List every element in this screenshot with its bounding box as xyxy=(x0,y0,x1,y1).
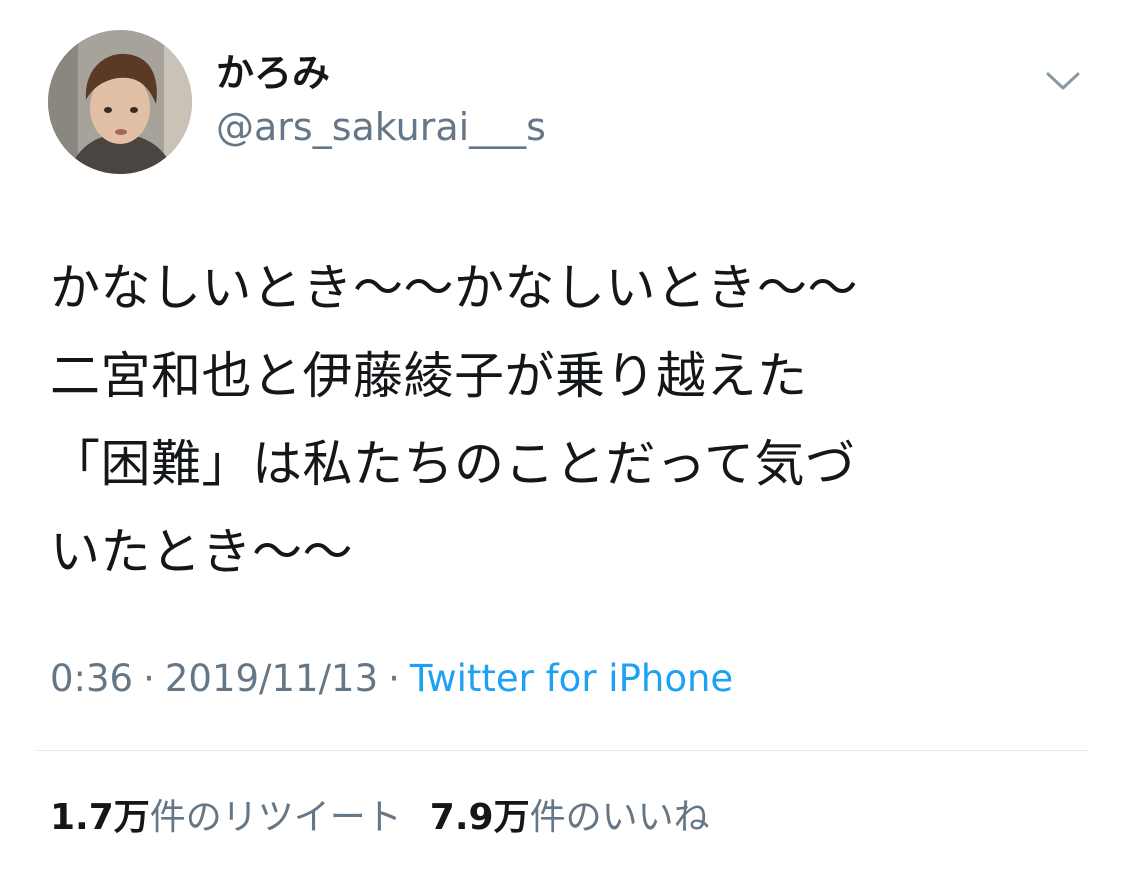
user-handle[interactable]: @ars_sakurai___s xyxy=(216,102,546,152)
meta-separator: · xyxy=(388,657,400,700)
likes-label: 件のいいね xyxy=(529,797,710,838)
meta-separator: · xyxy=(143,657,155,700)
retweets-label: 件のリツイート xyxy=(149,797,402,838)
tweet-time: 0:36 xyxy=(50,657,134,700)
tweet-meta: 0:36 · 2019/11/13 · Twitter for iPhone xyxy=(50,654,733,704)
tweet-stats: 1.7万件のリツイート 7.9万件のいいね xyxy=(50,794,710,842)
divider xyxy=(36,750,1089,751)
likes-count: 7.9万 xyxy=(429,797,530,838)
avatar-photo xyxy=(48,30,192,174)
likes-stat[interactable]: 7.9万件のいいね xyxy=(430,797,710,838)
tweet-source-link[interactable]: Twitter for iPhone xyxy=(410,657,733,700)
avatar[interactable] xyxy=(48,30,192,174)
display-name[interactable]: かろみ xyxy=(216,48,330,98)
chevron-down-icon[interactable] xyxy=(1040,62,1086,98)
tweet-card: かろみ @ars_sakurai___s かなしいとき〜〜かなしいとき〜〜 二宮… xyxy=(0,0,1125,873)
retweets-count: 1.7万 xyxy=(50,797,150,838)
tweet-text: かなしいとき〜〜かなしいとき〜〜 二宮和也と伊藤綾子が乗り越えた 「困難」は私た… xyxy=(50,259,858,581)
retweets-stat[interactable]: 1.7万件のリツイート xyxy=(50,797,402,838)
tweet-date: 2019/11/13 xyxy=(164,657,379,700)
